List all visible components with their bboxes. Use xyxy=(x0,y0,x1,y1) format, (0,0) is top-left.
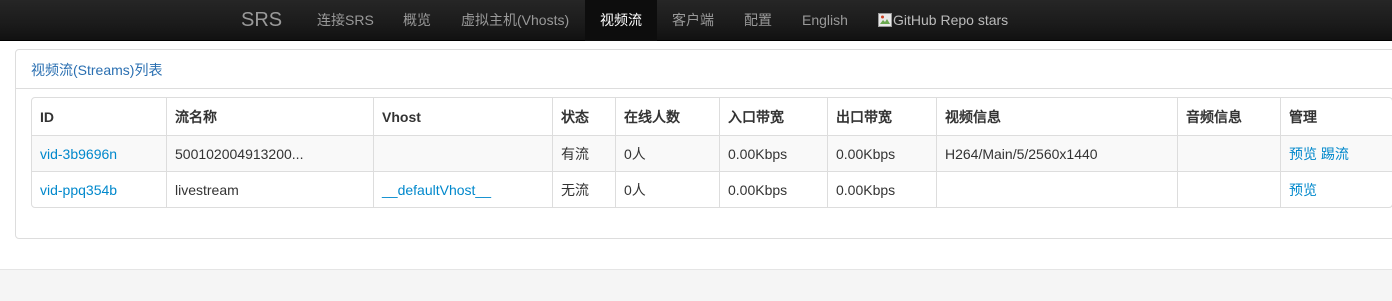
col-header-audio: 音频信息 xyxy=(1177,98,1280,135)
nav-english[interactable]: English xyxy=(802,0,848,41)
col-header-name: 流名称 xyxy=(166,98,373,135)
nav-connect-srs[interactable]: 连接SRS xyxy=(317,0,374,41)
panel-heading: 视频流(Streams)列表 xyxy=(16,50,1392,89)
col-header-vhost: Vhost xyxy=(373,98,552,135)
col-header-manage: 管理 xyxy=(1280,98,1392,135)
cell-status: 无流 xyxy=(552,171,615,207)
cell-send: 0.00Kbps xyxy=(827,171,936,207)
preview-link[interactable]: 预览 xyxy=(1289,182,1317,198)
table-header-row: ID 流名称 Vhost 状态 在线人数 入口带宽 出口带宽 视频信息 音频信息… xyxy=(32,98,1392,135)
cell-id: vid-ppq354b xyxy=(32,171,166,207)
cell-recv: 0.00Kbps xyxy=(719,135,827,171)
col-header-id: ID xyxy=(40,108,54,125)
cell-name: 500102004913200... xyxy=(166,135,373,171)
cell-send: 0.00Kbps xyxy=(827,135,936,171)
cell-clients: 0人 xyxy=(615,171,719,207)
broken-image-icon xyxy=(878,13,892,27)
stream-id-link[interactable]: vid-ppq354b xyxy=(40,182,117,198)
stream-id-link[interactable]: vid-3b9696n xyxy=(40,146,117,162)
cell-name: livestream xyxy=(166,171,373,207)
streams-table: ID 流名称 Vhost 状态 在线人数 入口带宽 出口带宽 视频信息 音频信息… xyxy=(31,97,1392,208)
nav-clients[interactable]: 客户端 xyxy=(672,0,714,41)
github-stars-badge[interactable]: GitHub Repo stars xyxy=(878,0,1008,41)
cell-recv: 0.00Kbps xyxy=(719,171,827,207)
nav-overview[interactable]: 概览 xyxy=(403,0,431,41)
col-header-status: 状态 xyxy=(552,98,615,135)
cell-video xyxy=(936,171,1177,207)
nav-vhosts[interactable]: 虚拟主机(Vhosts) xyxy=(461,0,569,41)
col-header-video: 视频信息 xyxy=(936,98,1177,135)
cell-manage: 预览 xyxy=(1280,171,1392,207)
cell-audio xyxy=(1177,171,1280,207)
cell-vhost: __defaultVhost__ xyxy=(373,171,552,207)
cell-manage: 预览 踢流 xyxy=(1280,135,1392,171)
brand-logo[interactable]: SRS xyxy=(241,9,282,31)
cell-audio xyxy=(1177,135,1280,171)
table-row: vid-3b9696n 500102004913200... 有流 0人 0.0… xyxy=(32,135,1392,171)
col-header-send: 出口带宽 xyxy=(827,98,936,135)
cell-status: 有流 xyxy=(552,135,615,171)
nav-config[interactable]: 配置 xyxy=(744,0,772,41)
footer-bar xyxy=(0,269,1392,301)
cell-video: H264/Main/5/2560x1440 xyxy=(936,135,1177,171)
github-badge-alt-text: GitHub Repo stars xyxy=(893,12,1009,28)
cell-id: vid-3b9696n xyxy=(32,135,166,171)
table-row: vid-ppq354b livestream __defaultVhost__ … xyxy=(32,171,1392,207)
panel-title: 视频流(Streams)列表 xyxy=(31,62,163,78)
col-header-recv: 入口带宽 xyxy=(719,98,827,135)
cell-clients: 0人 xyxy=(615,135,719,171)
col-header-clients: 在线人数 xyxy=(615,98,719,135)
kick-stream-link[interactable]: 踢流 xyxy=(1321,146,1349,162)
vhost-link[interactable]: __defaultVhost__ xyxy=(382,182,491,198)
cell-vhost xyxy=(373,135,552,171)
nav-streams[interactable]: 视频流 xyxy=(585,0,657,41)
preview-link[interactable]: 预览 xyxy=(1289,146,1317,162)
top-navbar: SRS 连接SRS 概览 虚拟主机(Vhosts) 视频流 客户端 配置 Eng… xyxy=(0,0,1392,41)
